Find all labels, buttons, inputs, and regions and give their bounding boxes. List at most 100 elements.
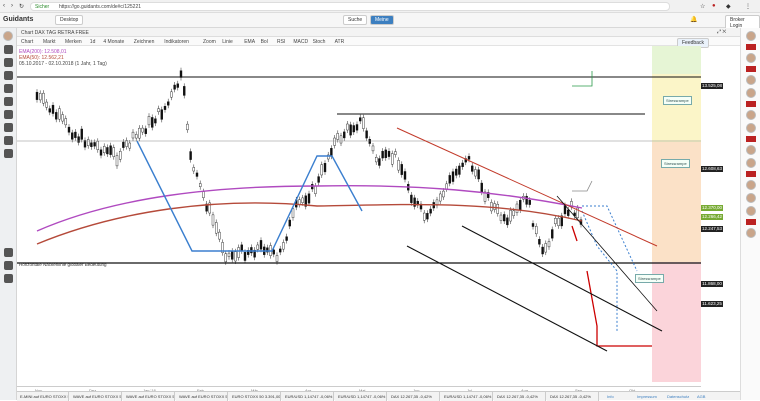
candle-body [176,83,180,88]
footer-link[interactable]: AGB [697,394,705,399]
contact-flag [745,101,756,107]
contact-avatar[interactable] [745,75,756,85]
left-sidebar [0,28,17,400]
url-field[interactable]: Sicher https://go.guidants.com/de#c/1252… [30,2,670,11]
toolbar-item-3[interactable]: 1d [90,39,96,45]
candle-body [355,124,359,131]
toolbar-item-14[interactable]: ATR [335,39,345,45]
folder-icon[interactable] [3,248,13,257]
channel-upper-line [461,225,663,332]
toolbar-item-0[interactable]: Chart [21,39,33,45]
footer-link[interactable]: Info [607,394,614,399]
monitor-icon[interactable] [3,58,13,67]
globe-icon[interactable] [3,71,13,80]
candle-body [58,108,61,120]
candle-body [282,242,285,250]
folder-icon[interactable] [3,261,13,270]
contact-avatar[interactable] [745,193,756,203]
contact-avatar[interactable] [745,123,756,133]
toolbar-item-5[interactable]: Zeichnen [134,39,155,45]
toolbar-item-12[interactable]: MACD [293,39,308,45]
contact-avatar[interactable] [745,206,756,216]
footer-link[interactable]: Datenschutz [667,394,689,399]
toolbar-item-4[interactable]: 4 Monate [103,39,124,45]
chart-title-bar: Chart DAX TAG RETRA FREE ⤢ ✕ [17,28,740,37]
candle-body [186,123,189,131]
resistance-zone [652,46,701,74]
contact-avatar[interactable] [745,158,756,168]
toolbar-item-2[interactable]: Merken [65,39,82,45]
candle-body [544,243,547,253]
chart-icon[interactable] [3,110,13,119]
tab-suche[interactable]: Suche [343,15,368,25]
toolbar-item-10[interactable]: Bol [261,39,268,45]
contact-avatar[interactable] [745,110,756,120]
contact-avatar[interactable] [745,180,756,190]
candle-body [506,217,509,226]
toolbar-item-9[interactable]: EMA [244,39,255,45]
candle-body [378,158,381,166]
toolbar-item-13[interactable]: Stoch [313,39,326,45]
adblock-icon[interactable]: ● [712,3,716,9]
candle-body [80,128,83,140]
eye-icon[interactable] [3,97,13,106]
add-icon[interactable] [3,45,13,54]
contact-avatar[interactable] [745,53,756,63]
footer-link[interactable]: Impressum [637,394,657,399]
menu-icon[interactable]: ⋮ [745,3,751,10]
candle-body [400,164,403,175]
contact-flag [745,219,756,225]
back-icon[interactable]: ‹ [3,3,5,9]
contact-flag [745,136,756,142]
window-controls-icon[interactable]: ⤢ ✕ [717,29,726,35]
folder-icon[interactable] [3,274,13,283]
candle-body [138,127,141,139]
candle-body [202,191,205,198]
price-level-label: 11.868,00 [701,281,723,287]
candle-body [330,148,333,157]
candle-body [320,164,323,176]
candle-body [179,70,183,78]
contact-avatar[interactable] [745,88,756,98]
candle-body [131,131,135,139]
candle-body [55,112,58,120]
candle-body [157,108,160,113]
list-icon[interactable] [3,123,13,132]
calendar-icon[interactable] [3,136,13,145]
candle-body [314,185,317,194]
contact-avatar[interactable] [745,31,756,41]
bottom-watchlist-bar: E-MINI auf EURO STOXX 50 WAVE auf EURO ST… [17,391,740,401]
extension-icon[interactable]: ◆ [726,3,731,10]
candle-body [557,217,560,227]
candle-body [234,251,237,262]
reload-icon[interactable]: ↻ [19,3,24,10]
price-chart[interactable] [17,46,740,400]
desktop-button[interactable]: Desktop [55,15,84,25]
url-text: https://go.guidants.com/de#c/125221 [59,4,142,10]
document-icon[interactable] [3,149,13,158]
candle-body [35,91,39,100]
candle-body [375,156,378,163]
toolbar-item-11[interactable]: RSI [277,39,285,45]
toolbar-item-8[interactable]: Linie [222,39,233,45]
candle-body [166,101,170,106]
toolbar-item-7[interactable]: Zoom [203,39,216,45]
toolbar-item-6[interactable]: Indikatoren [164,39,189,45]
user-avatar[interactable] [3,31,13,41]
candle-body [42,92,45,104]
forward-icon[interactable]: › [11,3,13,9]
candle-body [426,213,429,220]
candle-body [499,214,503,221]
toolbar-item-1[interactable]: Markt [43,39,56,45]
candle-body [371,145,375,152]
contact-avatar[interactable] [745,228,756,238]
notification-icon[interactable]: 🔔 [690,16,697,23]
star-icon[interactable]: ☆ [700,3,705,10]
user-icon[interactable] [3,84,13,93]
candle-body [410,194,413,203]
candle-body [227,252,231,257]
contact-avatar[interactable] [745,145,756,155]
candle-body [301,197,304,203]
tab-meine[interactable]: Meine [370,15,394,25]
candle-body [39,93,42,101]
